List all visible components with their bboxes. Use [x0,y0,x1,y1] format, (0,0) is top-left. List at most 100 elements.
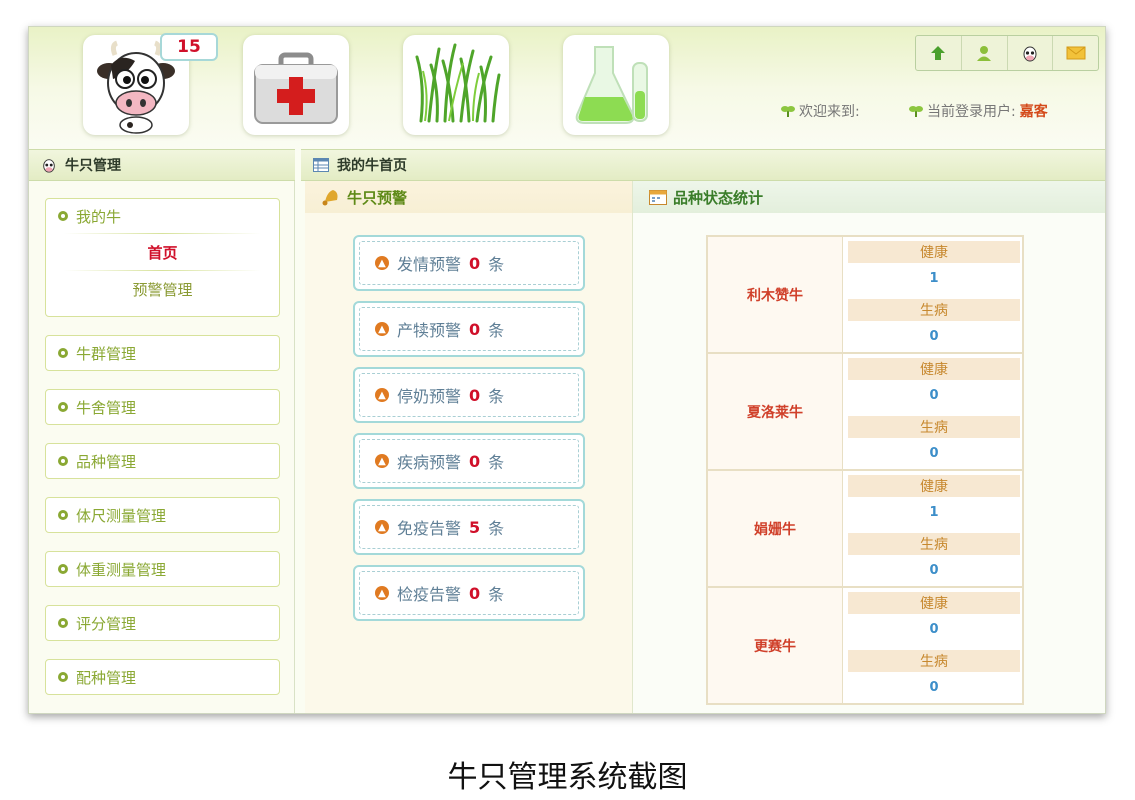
sick-count: 0 [929,445,939,461]
sidebar-title-bar: 牛只管理 [29,149,295,181]
menu-label: 我的牛 [76,207,122,226]
breed-row: 利木赞牛 健康 1 生病 0 [708,237,1022,354]
submenu-home[interactable]: 首页 [46,234,279,270]
warning-immunization[interactable]: ▲ 免疫告警 5 条 [353,499,585,555]
welcome-label: 欢迎来到: [799,104,860,120]
nav-tile-grass[interactable] [403,35,509,135]
sick-label: 生病 [848,650,1020,672]
warning-count: 0 [469,253,481,273]
breed-stats-title: 品种状态统计 [673,188,764,207]
sidebar: 我的牛 首页 预警管理 牛群管理 牛舍管理 品种管理 体尺测量管理 体重测量管理… [29,181,295,713]
sick-count: 0 [929,679,939,695]
warning-panel-title: 牛只预警 [347,188,408,207]
current-user-text: 当前登录用户: 嘉客 [909,101,1048,121]
healthy-label: 健康 [848,475,1020,497]
cow-head-icon [43,159,55,173]
content-title-bar: 我的牛首页 [301,149,1105,181]
menu-barn[interactable]: 牛舍管理 [45,389,280,425]
sick-label: 生病 [848,416,1020,438]
mail-icon [1066,46,1086,60]
bullet-icon [58,348,68,358]
menu-body-weight[interactable]: 体重测量管理 [45,551,280,587]
sick-count: 0 [929,328,939,344]
menu-label: 体尺测量管理 [76,506,167,525]
home-button[interactable] [916,36,962,70]
warning-label: 疾病预警 [397,453,462,472]
warning-count: 0 [469,583,481,603]
breed-name: 夏洛莱牛 [708,354,843,469]
breed-name: 娟姗牛 [708,471,843,586]
sidebar-title: 牛只管理 [65,158,121,174]
breed-row: 夏洛莱牛 健康 0 生病 0 [708,354,1022,471]
grass-icon [415,43,501,123]
menu-label: 品种管理 [76,452,137,471]
healthy-label: 健康 [848,358,1020,380]
breed-name: 利木赞牛 [708,237,843,352]
bullet-icon [58,564,68,574]
warning-count: 0 [469,319,481,339]
breed-stats-panel: 品种状态统计 利木赞牛 健康 1 生病 0 夏洛莱牛 健康 0 生病 0 娟姗牛… [633,181,1105,713]
breed-row: 娟姗牛 健康 1 生病 0 [708,471,1022,588]
healthy-label: 健康 [848,241,1020,263]
sick-label: 生病 [848,533,1020,555]
warning-count: 5 [469,517,481,537]
current-user-label: 当前登录用户: [927,104,1016,120]
calendar-icon [649,190,667,205]
healthy-label: 健康 [848,592,1020,614]
figure-caption: 牛只管理系统截图 [447,760,688,795]
menu-body-size[interactable]: 体尺测量管理 [45,497,280,533]
warning-label: 发情预警 [397,255,462,274]
warning-panel: 牛只预警 ▲ 发情预警 0 条 ▲ 产犊预警 0 条 ▲ 停奶预警 0 条 ▲ … [305,181,633,713]
warning-count: 0 [469,385,481,405]
menu-label: 牛舍管理 [76,398,137,417]
current-user-name[interactable]: 嘉客 [1020,101,1048,121]
menu-my-cows-header[interactable]: 我的牛 [46,199,279,233]
warning-calving[interactable]: ▲ 产犊预警 0 条 [353,301,585,357]
sprout-icon [781,106,795,117]
breed-name: 更赛牛 [708,588,843,703]
up-circle-icon: ▲ [375,586,389,600]
up-circle-icon: ▲ [375,322,389,336]
toolbar [915,35,1099,71]
user-icon [977,46,992,61]
warning-quarantine[interactable]: ▲ 检疫告警 0 条 [353,565,585,621]
sprout-icon [909,106,923,117]
bullet-icon [58,211,68,221]
warning-unit: 条 [488,255,505,274]
lab-flask-icon [575,46,648,124]
menu-breed[interactable]: 品种管理 [45,443,280,479]
mail-button[interactable] [1053,36,1098,70]
healthy-count: 0 [929,621,939,637]
welcome-text: 欢迎来到: [781,101,860,121]
healthy-count: 1 [929,270,939,286]
menu-label: 配种管理 [76,668,137,687]
menu-breeding[interactable]: 配种管理 [45,659,280,695]
menu-herd[interactable]: 牛群管理 [45,335,280,371]
warning-dry-off[interactable]: ▲ 停奶预警 0 条 [353,367,585,423]
warning-panel-header: 牛只预警 [305,181,632,213]
up-circle-icon: ▲ [375,520,389,534]
nav-tile-lab[interactable] [563,35,669,135]
warning-unit: 条 [488,453,505,472]
warning-unit: 条 [488,387,505,406]
warning-label: 产犊预警 [397,321,462,340]
cow-head-icon [1023,46,1037,62]
table-icon [313,158,329,172]
warning-disease[interactable]: ▲ 疾病预警 0 条 [353,433,585,489]
warning-unit: 条 [488,519,505,538]
notification-badge[interactable]: 15 [160,33,218,61]
user-button[interactable] [962,36,1008,70]
warning-estrus[interactable]: ▲ 发情预警 0 条 [353,235,585,291]
bell-icon [322,190,338,206]
cow-button[interactable] [1008,36,1054,70]
warning-label: 检疫告警 [397,585,462,604]
healthy-count: 1 [929,504,939,520]
submenu-warning-management[interactable]: 预警管理 [46,271,279,307]
sick-count: 0 [929,562,939,578]
menu-scoring[interactable]: 评分管理 [45,605,280,641]
up-circle-icon: ▲ [375,454,389,468]
nav-tile-medical[interactable] [243,35,349,135]
warning-unit: 条 [488,585,505,604]
bullet-icon [58,618,68,628]
app-window: 15 欢迎来到: 当前登录用户: 嘉客 牛只管理 我的牛首页 我的牛 首页 预警… [28,26,1106,714]
